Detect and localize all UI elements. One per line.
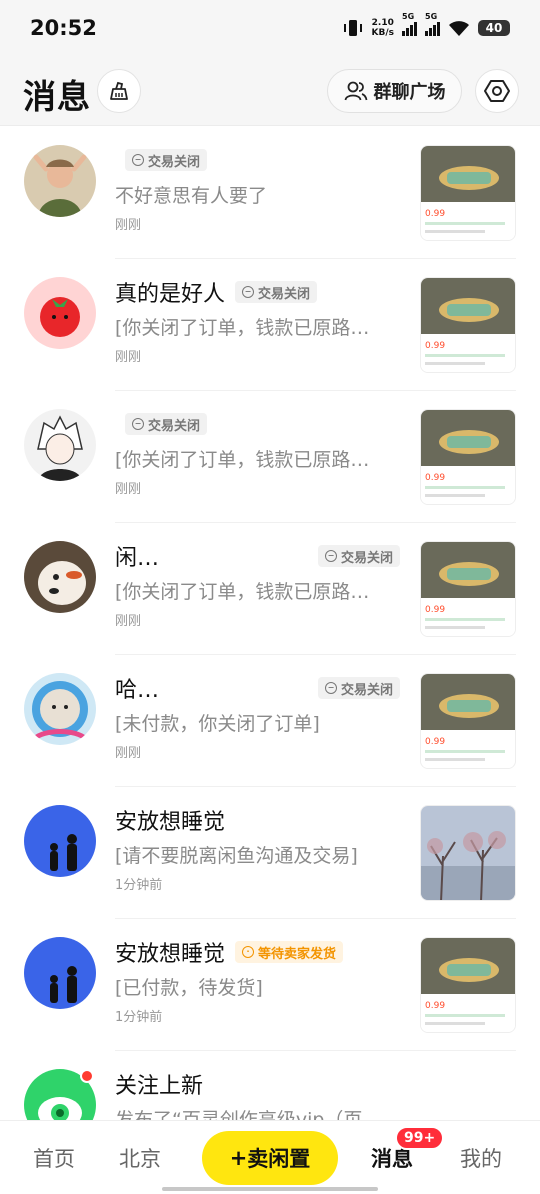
group-chat-label: 群聊广场 xyxy=(373,82,446,103)
conversation-row[interactable]: − 交易关闭 [你关闭了订单，钱款已原路… 刚刚 0.99 xyxy=(0,391,540,523)
tab-home[interactable]: 首页 xyxy=(33,1143,75,1173)
settings-button[interactable] xyxy=(475,69,519,113)
minus-circle-icon: − xyxy=(132,154,144,166)
product-thumbnail: 0.99 xyxy=(420,541,516,637)
status-badge: − 交易关闭 xyxy=(125,413,208,435)
contact-name: 哈… xyxy=(115,678,160,703)
group-icon xyxy=(344,81,367,101)
clock-icon: · xyxy=(242,946,255,958)
vibrate-icon xyxy=(343,20,362,36)
name-line: 安放想睡觉 xyxy=(115,805,400,835)
conversation-row[interactable]: 安放想睡觉 · 等待卖家发货 [已付款，待发货] 1分钟前 0.99 xyxy=(0,919,540,1051)
signal-icon: 5G xyxy=(425,12,440,36)
thumb-price: 0.99 xyxy=(425,341,445,351)
tab-mine[interactable]: 我的 xyxy=(460,1143,502,1173)
status-badge: − 交易关闭 xyxy=(317,545,400,567)
message-list: − 交易关闭 不好意思有人要了 刚刚 0.99 真的是好人 − 交易关闭 [你关闭了… xyxy=(0,127,540,1120)
status-badge: · 等待卖家发货 xyxy=(235,941,344,963)
product-thumbnail: 0.99 xyxy=(420,409,516,505)
product-thumbnail xyxy=(420,805,516,901)
thumb-price: 0.99 xyxy=(425,737,445,747)
anime-boy-avatar xyxy=(24,409,96,481)
tab-city[interactable]: 北京 xyxy=(119,1143,161,1173)
signal-icon: 5G xyxy=(402,12,417,36)
name-line: − 交易关闭 xyxy=(115,409,400,439)
thumb-price: 0.99 xyxy=(425,473,445,483)
plus-icon: + xyxy=(229,1146,248,1170)
tomato-avatar xyxy=(24,277,96,349)
conversation-row[interactable]: 闲… − 交易关闭 [你关闭了订单，钱款已原路… 刚刚 0.99 xyxy=(0,523,540,655)
message-time: 刚刚 xyxy=(115,482,142,497)
name-line: 关注上新 xyxy=(115,1069,400,1099)
name-line: 闲… − 交易关闭 xyxy=(115,541,400,571)
message-time: 刚刚 xyxy=(115,614,142,629)
unread-count-badge: 99+ xyxy=(395,1126,445,1150)
status-badge: − 交易关闭 xyxy=(317,677,400,699)
cat-astronaut-avatar xyxy=(24,673,96,745)
status-icons: 2.10 KB/s 5G 5G 40 xyxy=(342,12,510,40)
message-time: 刚刚 xyxy=(115,218,142,233)
conversation-row[interactable]: 安放想睡觉 [请不要脱离闲鱼沟通及交易] 1分钟前 xyxy=(0,787,540,919)
name-line: − 交易关闭 xyxy=(115,145,400,175)
settings-icon xyxy=(484,80,510,102)
message-time: 1分钟前 xyxy=(115,878,163,893)
message-preview: [你关闭了订单，钱款已原路… xyxy=(115,449,370,471)
contact-name: 安放想睡觉 xyxy=(115,810,226,835)
group-chat-square-button[interactable]: 群聊广场 xyxy=(327,69,462,113)
product-thumbnail: 0.99 xyxy=(420,673,516,769)
status-badge: − 交易关闭 xyxy=(235,281,318,303)
message-time: 1分钟前 xyxy=(115,1010,163,1025)
net-speed: 2.10 KB/s xyxy=(371,18,394,38)
message-preview: [已付款，待发货] xyxy=(115,977,263,999)
message-preview: 发布了“百灵创作高级vip（页… xyxy=(115,1109,382,1120)
home-indicator xyxy=(162,1187,378,1191)
minus-circle-icon: − xyxy=(242,286,255,298)
silhouette-avatar xyxy=(24,805,96,877)
conversation-row[interactable]: − 交易关闭 不好意思有人要了 刚刚 0.99 xyxy=(0,127,540,259)
message-preview: [你关闭了订单，钱款已原路… xyxy=(115,581,370,603)
message-preview: 不好意思有人要了 xyxy=(115,185,268,207)
sell-item-button[interactable]: + 卖闲置 xyxy=(202,1131,338,1185)
page-title: 消息 xyxy=(23,77,91,116)
product-thumbnail: 0.99 xyxy=(420,937,516,1033)
contact-name: 闲… xyxy=(115,546,160,571)
message-time: 刚刚 xyxy=(115,746,142,761)
product-thumbnail: 0.99 xyxy=(420,145,516,241)
thumb-price: 0.99 xyxy=(425,1001,445,1011)
child-photo-avatar xyxy=(24,145,96,217)
status-bar: 20:52 2.10 KB/s 5G 5G 40 xyxy=(0,0,540,58)
conversation-row[interactable]: 真的是好人 − 交易关闭 [你关闭了订单，钱款已原路… 刚刚 0.99 xyxy=(0,259,540,391)
message-preview: [你关闭了订单，钱款已原路… xyxy=(115,317,370,339)
product-thumbnail: 0.99 xyxy=(420,277,516,373)
conversation-row[interactable]: 哈… − 交易关闭 [未付款，你关闭了订单] 刚刚 0.99 xyxy=(0,655,540,787)
cleanup-button[interactable] xyxy=(97,69,141,113)
contact-name: 真的是好人 xyxy=(115,282,226,307)
minus-circle-icon: − xyxy=(324,550,337,562)
name-line: 真的是好人 − 交易关闭 xyxy=(115,277,400,307)
contact-name: 关注上新 xyxy=(115,1074,204,1099)
broom-icon xyxy=(110,81,128,100)
header: 消息 群聊广场 xyxy=(0,58,540,126)
dog-avatar xyxy=(24,541,96,613)
thumb-price: 0.99 xyxy=(425,209,445,219)
minus-circle-icon: − xyxy=(324,682,337,694)
message-time: 刚刚 xyxy=(115,350,142,365)
name-line: 哈… − 交易关闭 xyxy=(115,673,400,703)
wifi-icon xyxy=(449,20,469,36)
bottom-tab-bar: 首页 北京 + 卖闲置 消息 99+ 我的 xyxy=(0,1120,540,1194)
thumb-price: 0.99 xyxy=(425,605,445,615)
conversation-row[interactable]: 关注上新 发布了“百灵创作高级vip（页… xyxy=(0,1051,540,1120)
status-badge: − 交易关闭 xyxy=(125,149,208,171)
status-time: 20:52 xyxy=(30,16,97,40)
contact-name: 安放想睡觉 xyxy=(115,942,226,967)
message-preview: [未付款，你关闭了订单] xyxy=(115,713,320,735)
message-preview: [请不要脱离闲鱼沟通及交易] xyxy=(115,845,358,867)
silhouette-avatar xyxy=(24,937,96,1009)
minus-circle-icon: − xyxy=(132,418,144,430)
battery-icon: 40 xyxy=(478,20,510,36)
unread-dot xyxy=(80,1069,94,1083)
name-line: 安放想睡觉 · 等待卖家发货 xyxy=(115,937,400,967)
